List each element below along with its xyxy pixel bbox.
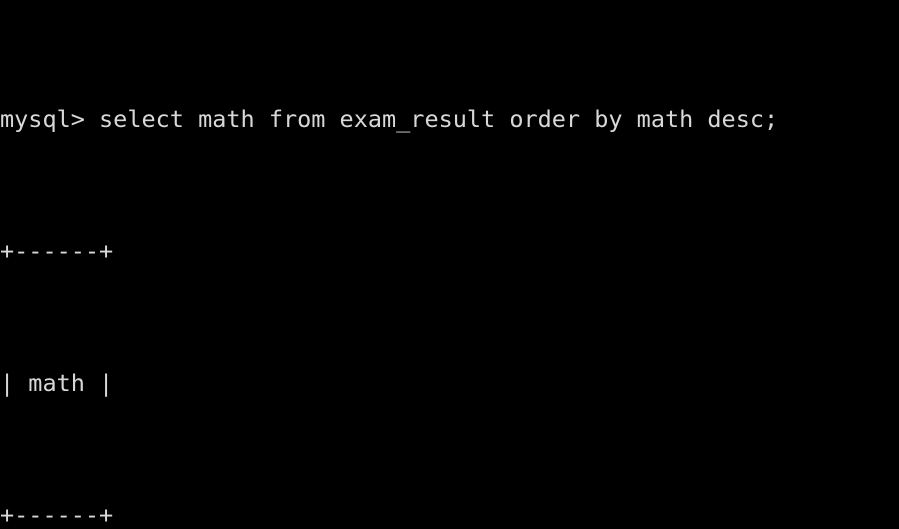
terminal-screen: mysql> select math from exam_result orde…: [0, 4, 899, 529]
table-header-row: | math |: [0, 369, 114, 397]
terminal-window[interactable]: mysql> select math from exam_result orde…: [0, 0, 899, 529]
table-border-mid: +------+: [0, 501, 114, 529]
command-line: mysql> select math from exam_result orde…: [0, 105, 779, 133]
table-border-top: +------+: [0, 237, 114, 265]
